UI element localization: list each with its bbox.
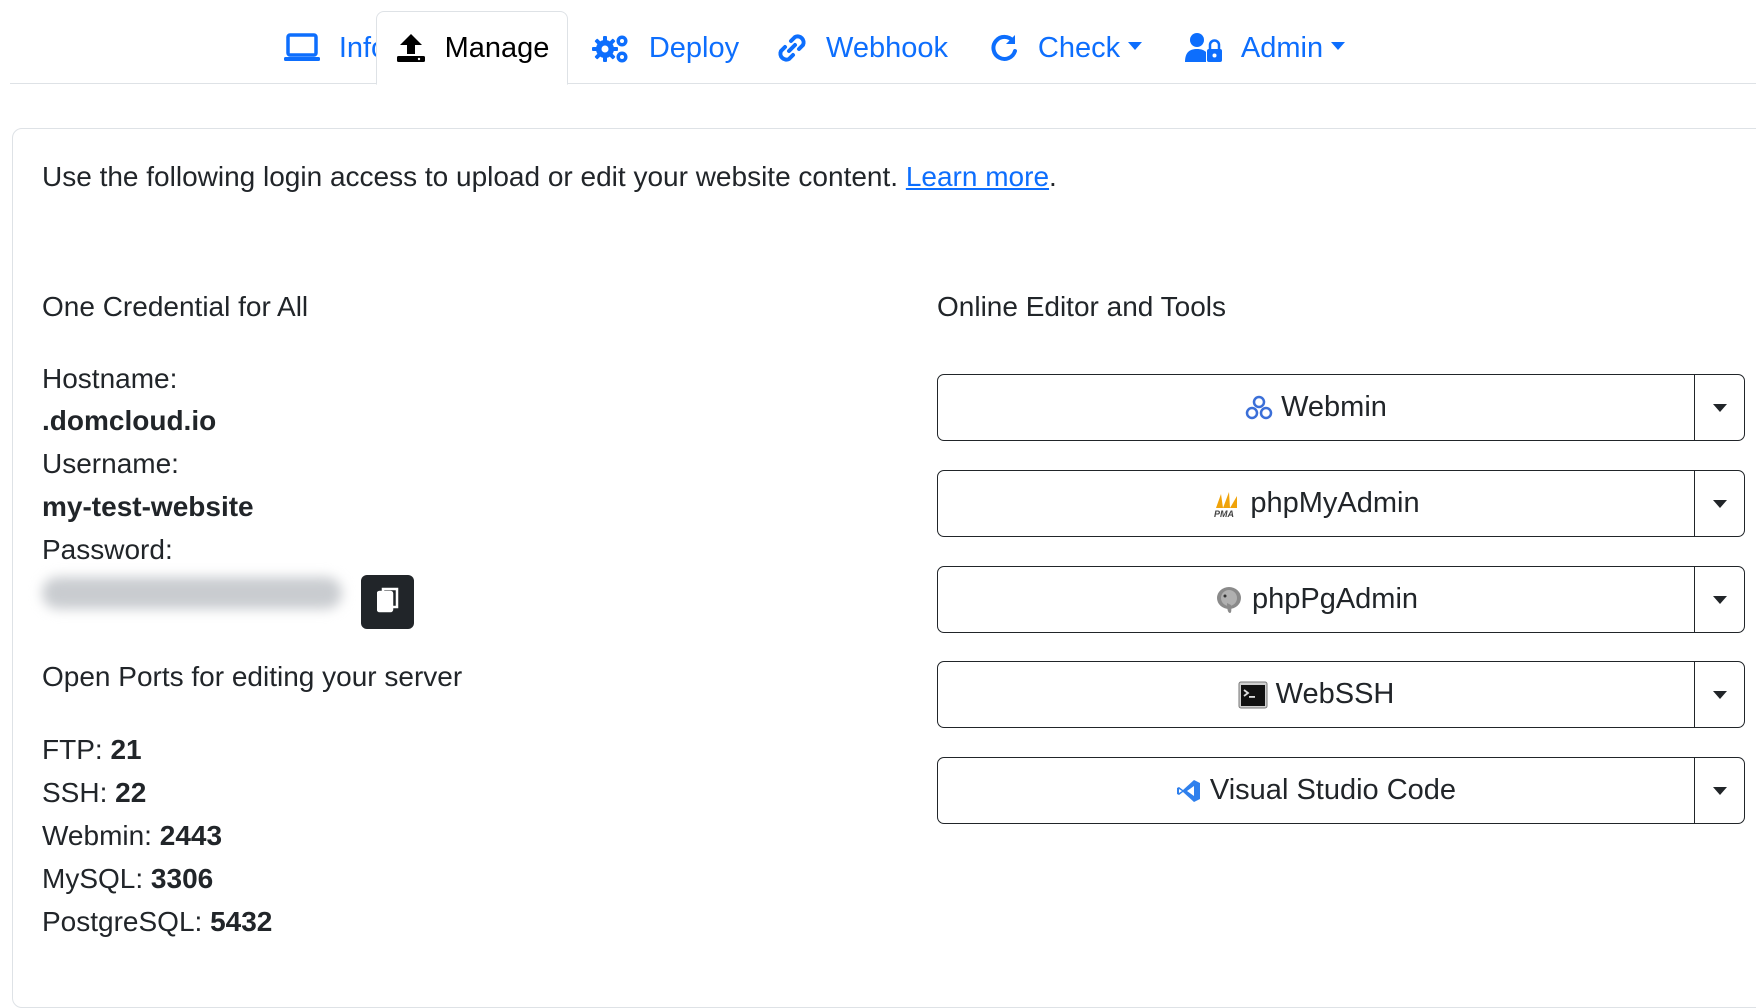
phpmyadmin-label: phpMyAdmin <box>1250 487 1420 519</box>
username-label: Username: <box>42 448 179 479</box>
tools-heading: Online Editor and Tools <box>937 291 1226 322</box>
port-value: 2443 <box>159 820 223 851</box>
phpmyadmin-dropdown-toggle[interactable] <box>1695 471 1744 536</box>
webmin-label: Webmin <box>1281 391 1387 423</box>
tab-admin[interactable]: Admin <box>1180 11 1350 85</box>
phppgadmin-button[interactable]: phpPgAdmin <box>938 567 1695 632</box>
port-label: SSH: <box>42 777 116 808</box>
webssh-tool: WebSSH <box>937 661 1745 728</box>
port-value: 3306 <box>150 863 214 894</box>
phpmyadmin-tool: PMA phpMyAdmin <box>937 470 1745 537</box>
copy-icon <box>376 587 399 618</box>
vscode-label: Visual Studio Code <box>1209 774 1457 806</box>
password-label: Password: <box>42 534 173 565</box>
tab-webhook-label: Webhook <box>826 31 948 64</box>
vscode-icon <box>1176 778 1202 804</box>
tab-admin-label: Admin <box>1240 31 1324 64</box>
ports-heading: Open Ports for editing your server <box>42 661 463 692</box>
copy-password-button[interactable] <box>361 575 414 629</box>
tab-deploy-label: Deploy <box>648 31 740 64</box>
port-item: FTP: 21 <box>42 734 142 766</box>
port-value: 22 <box>115 777 147 808</box>
port-value: 21 <box>110 734 142 765</box>
webssh-button[interactable]: WebSSH <box>938 662 1695 727</box>
chevron-down-icon <box>1128 42 1143 50</box>
chevron-down-icon <box>1712 499 1727 508</box>
port-item: SSH: 22 <box>42 777 146 809</box>
port-item: PostgreSQL: 5432 <box>42 906 272 938</box>
port-label: FTP: <box>42 734 111 765</box>
svg-text:PMA: PMA <box>1214 509 1234 518</box>
nav-tabs: Info Manage Deploy Webhook Check Admin <box>10 0 1756 85</box>
phpmyadmin-icon: PMA <box>1212 490 1242 518</box>
vscode-button[interactable]: Visual Studio Code <box>938 758 1695 823</box>
phpmyadmin-button[interactable]: PMA phpMyAdmin <box>938 471 1695 536</box>
upload-icon <box>395 32 427 64</box>
port-item: MySQL: 3306 <box>42 863 213 895</box>
refresh-icon <box>988 32 1020 64</box>
laptop-icon <box>283 33 321 63</box>
port-label: PostgreSQL: <box>42 906 211 937</box>
terminal-icon <box>1238 681 1268 709</box>
tab-check-label: Check <box>1037 31 1121 64</box>
chevron-down-icon <box>1712 786 1727 795</box>
learn-more-link[interactable]: Learn more <box>906 161 1049 192</box>
tab-webhook[interactable]: Webhook <box>772 11 952 85</box>
phppgadmin-label: phpPgAdmin <box>1251 583 1419 615</box>
intro-message: Use the following login access to upload… <box>42 161 906 192</box>
webmin-icon <box>1245 395 1273 421</box>
tab-manage-label: Manage <box>444 31 550 64</box>
tab-manage[interactable]: Manage <box>376 11 568 85</box>
webmin-tool: Webmin <box>937 374 1745 441</box>
port-item: Webmin: 2443 <box>42 820 222 852</box>
gears-icon <box>591 32 631 64</box>
tab-deploy[interactable]: Deploy <box>590 11 740 85</box>
webssh-dropdown-toggle[interactable] <box>1695 662 1744 727</box>
password-value-hidden <box>42 577 342 609</box>
vscode-dropdown-toggle[interactable] <box>1695 758 1744 823</box>
webmin-button[interactable]: Webmin <box>938 375 1695 440</box>
link-icon <box>776 32 808 64</box>
chevron-down-icon <box>1712 403 1727 412</box>
manage-card: Use the following login access to upload… <box>12 128 1756 1008</box>
port-value: 5432 <box>210 906 273 937</box>
chevron-down-icon <box>1331 42 1346 50</box>
phppgadmin-tool: phpPgAdmin <box>937 566 1745 633</box>
tab-check[interactable]: Check <box>980 11 1150 85</box>
username-value: my-test-website <box>42 491 254 522</box>
hostname-label: Hostname: <box>42 363 178 394</box>
phppgadmin-dropdown-toggle[interactable] <box>1695 567 1744 632</box>
credentials-heading: One Credential for All <box>42 291 309 322</box>
vscode-tool: Visual Studio Code <box>937 757 1745 824</box>
intro-suffix: . <box>1049 161 1057 192</box>
port-label: MySQL: <box>42 863 151 894</box>
chevron-down-icon <box>1712 595 1727 604</box>
chevron-down-icon <box>1712 690 1727 699</box>
port-label: Webmin: <box>42 820 160 851</box>
user-lock-icon <box>1184 32 1223 64</box>
hostname-value: .domcloud.io <box>42 405 217 436</box>
webssh-label: WebSSH <box>1275 678 1395 710</box>
intro-text: Use the following login access to upload… <box>42 161 1057 193</box>
postgresql-elephant-icon <box>1214 585 1244 615</box>
webmin-dropdown-toggle[interactable] <box>1695 375 1744 440</box>
